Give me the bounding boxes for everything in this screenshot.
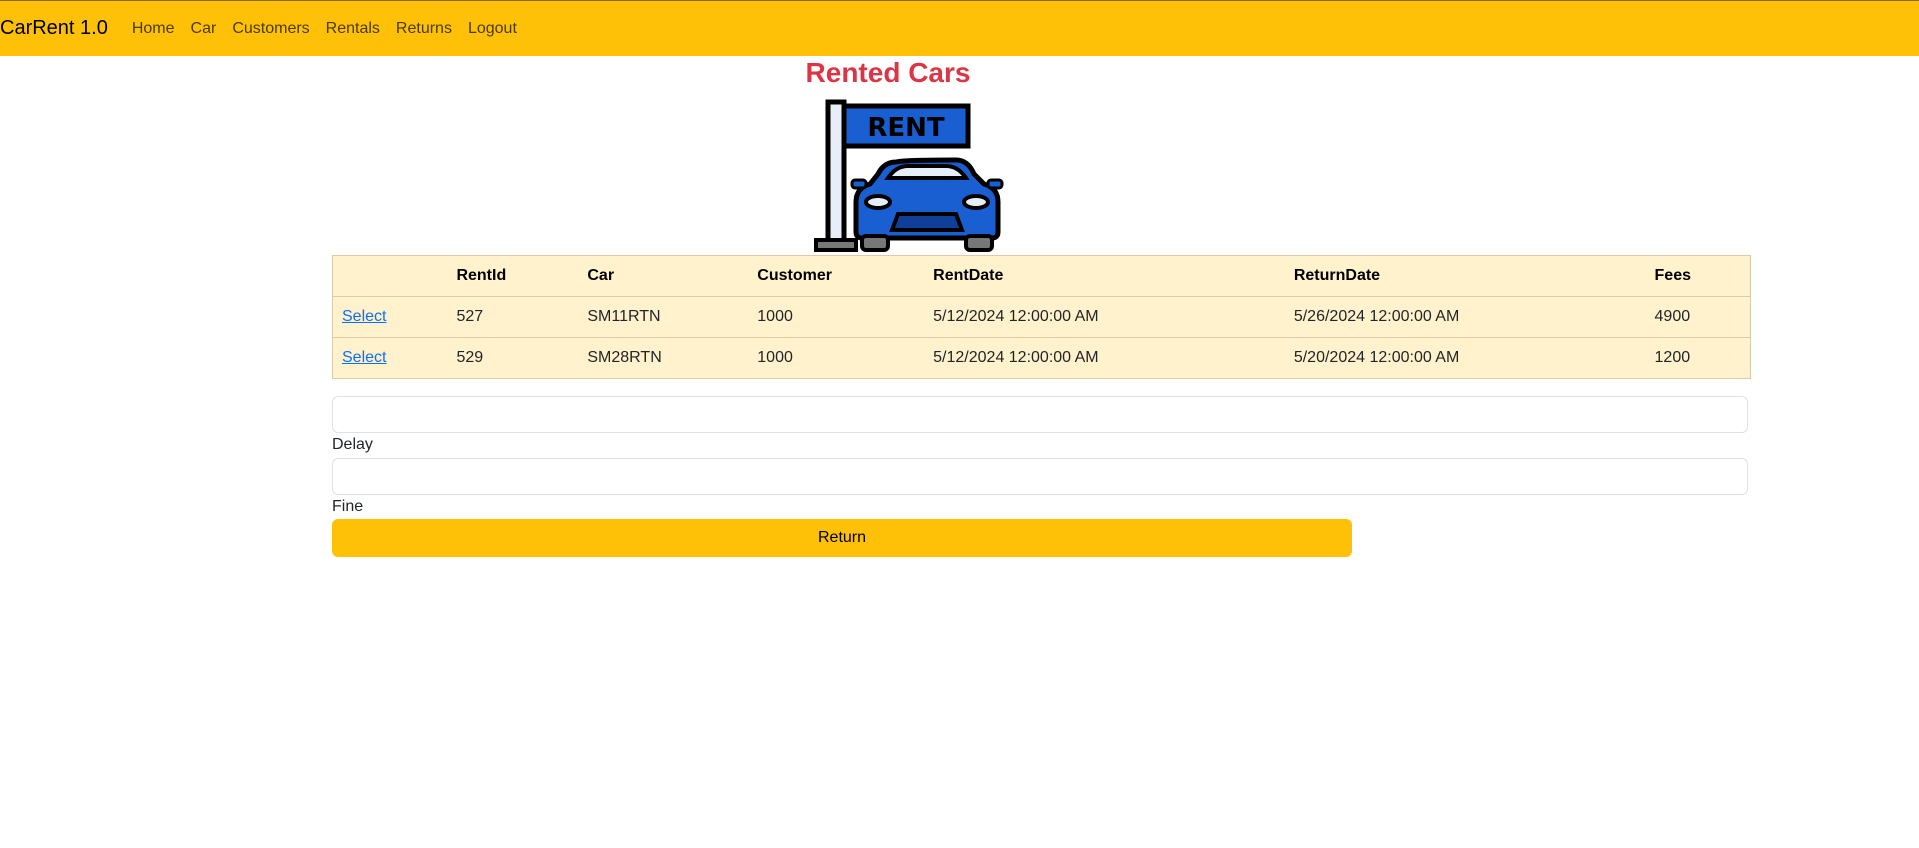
nav-link-home[interactable]: Home	[132, 20, 175, 38]
fees-cell: 1200	[1645, 337, 1751, 379]
select-link[interactable]: Select	[342, 349, 386, 366]
column-header-car: Car	[578, 255, 749, 297]
select-cell: Select	[332, 337, 448, 379]
customer-cell: 1000	[748, 296, 925, 338]
nav-link-logout[interactable]: Logout	[468, 20, 517, 38]
rentdate-cell: 5/12/2024 12:00:00 AM	[924, 296, 1285, 338]
delay-field[interactable]	[332, 458, 1748, 495]
page-title: Rented Cars	[805, 57, 971, 88]
table-row: Select 527 SM11RTN 1000 5/12/2024 12:00:…	[332, 296, 1751, 338]
column-header-fees: Fees	[1645, 255, 1751, 297]
fees-cell: 4900	[1645, 296, 1751, 338]
navbar: CarRent 1.0 Home Car Customers Rentals R…	[0, 0, 1919, 56]
nav-link-rentals[interactable]: Rentals	[326, 20, 380, 38]
nav-link-car[interactable]: Car	[191, 20, 217, 38]
table-row: Select 529 SM28RTN 1000 5/12/2024 12:00:…	[332, 337, 1751, 379]
column-header-customer: Customer	[748, 255, 925, 297]
nav-link-returns[interactable]: Returns	[396, 20, 452, 38]
customer-cell: 1000	[748, 337, 925, 379]
rentals-table: RentId Car Customer RentDate ReturnDate …	[332, 255, 1751, 379]
fine-label: Fine	[332, 498, 364, 515]
select-link[interactable]: Select	[342, 308, 386, 325]
rent-car-logo-icon: RENT	[814, 99, 1004, 252]
rent-sign-text: RENT	[867, 113, 945, 143]
rent-info-field[interactable]	[332, 396, 1748, 433]
select-cell: Select	[332, 296, 448, 338]
returndate-cell: 5/20/2024 12:00:00 AM	[1284, 337, 1646, 379]
returndate-cell: 5/26/2024 12:00:00 AM	[1284, 296, 1646, 338]
delay-label: Delay	[332, 436, 373, 453]
return-button[interactable]: Return	[332, 519, 1352, 557]
rentdate-cell: 5/12/2024 12:00:00 AM	[924, 337, 1285, 379]
car-cell: SM28RTN	[578, 337, 749, 379]
column-header-rentdate: RentDate	[924, 255, 1285, 297]
rentid-cell: 529	[447, 337, 579, 379]
rentid-cell: 527	[447, 296, 579, 338]
nav-link-customers[interactable]: Customers	[232, 20, 309, 38]
car-cell: SM11RTN	[578, 296, 749, 338]
column-header-select	[332, 255, 448, 297]
brand-link[interactable]: CarRent 1.0	[0, 17, 108, 40]
column-header-returndate: ReturnDate	[1284, 255, 1646, 297]
column-header-rentid: RentId	[447, 255, 579, 297]
table-header-row: RentId Car Customer RentDate ReturnDate …	[332, 255, 1751, 297]
